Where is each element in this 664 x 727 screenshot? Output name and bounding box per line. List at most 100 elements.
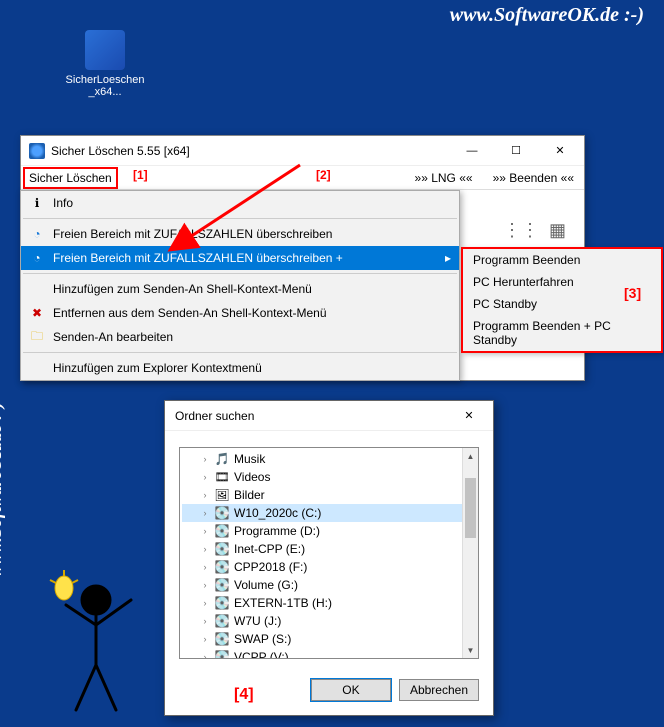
tree-item-label: W7U (J:) — [234, 614, 281, 628]
chevron-right-icon[interactable]: › — [200, 616, 210, 626]
tree-item[interactable]: ›💽SWAP (S:) — [182, 630, 476, 648]
drive-icon: 💽 — [214, 524, 230, 538]
submenu-item[interactable]: Programm Beenden — [463, 249, 661, 271]
drive-icon: 💽 — [214, 578, 230, 592]
menu-item-info[interactable]: ℹ Info — [21, 191, 459, 215]
menu-main[interactable]: Sicher Löschen — [23, 167, 118, 189]
menu-separator — [23, 218, 457, 219]
chevron-right-icon[interactable]: › — [200, 580, 210, 590]
menu-item-add-sendto[interactable]: Hinzufügen zum Senden-An Shell-Kontext-M… — [21, 277, 459, 301]
remove-icon: ✖ — [29, 305, 45, 321]
drive-icon: 💽 — [214, 560, 230, 574]
tree-item-label: Musik — [234, 452, 265, 466]
submenu-item[interactable]: Programm Beenden + PC Standby — [463, 315, 661, 351]
window-title: Sicher Löschen 5.55 [x64] — [51, 144, 450, 158]
tree-item-label: Volume (G:) — [234, 578, 298, 592]
menu-separator — [23, 352, 457, 353]
chevron-right-icon[interactable]: › — [200, 598, 210, 608]
drive-icon: 🎞 — [214, 470, 230, 484]
tree-item-label: VCPP (V:) — [234, 650, 289, 659]
tree-item[interactable]: ›💽Inet-CPP (E:) — [182, 540, 476, 558]
scroll-up-icon[interactable]: ▲ — [463, 448, 478, 464]
tree-item-label: SWAP (S:) — [234, 632, 291, 646]
watermark-top: www.SoftwareOK.de :-) — [450, 4, 644, 27]
browse-folder-dialog: Ordner suchen ✕ ›🎵Musik›🎞Videos›🖼Bilder›… — [164, 400, 494, 716]
dialog-titlebar[interactable]: Ordner suchen ✕ — [165, 401, 493, 431]
menu-exit[interactable]: »» Beenden «« — [489, 169, 578, 187]
ok-button[interactable]: OK — [311, 679, 391, 701]
tree-item-label: Videos — [234, 470, 270, 484]
desktop-shortcut[interactable]: SicherLoeschen_x64... — [65, 30, 145, 98]
scroll-thumb[interactable] — [465, 478, 476, 538]
tree-item[interactable]: › 💽 Volume (G:) — [182, 576, 476, 594]
dialog-title: Ordner suchen — [175, 409, 447, 423]
menu-item-label: Freien Bereich mit ZUFALLSZAHLEN übersch… — [53, 251, 343, 265]
chevron-right-icon[interactable]: › — [200, 562, 210, 572]
annotation-1: [1] — [133, 168, 148, 182]
tree-item-label: EXTERN-1TB (H:) — [234, 596, 332, 610]
app-shortcut-icon — [85, 30, 125, 70]
menu-item-overwrite[interactable]: ◔ Freien Bereich mit ZUFALLSZAHLEN übers… — [21, 222, 459, 246]
tree-item-label: Inet-CPP (E:) — [234, 542, 305, 556]
chevron-right-icon[interactable]: › — [200, 472, 210, 482]
chevron-right-icon[interactable]: › — [200, 544, 210, 554]
tree-item[interactable]: › 💽 W10_2020c (C:) — [182, 504, 476, 522]
main-menu-dropdown: ℹ Info ◔ Freien Bereich mit ZUFALLSZAHLE… — [20, 190, 460, 381]
tree-item[interactable]: › 💽 EXTERN-1TB (H:) — [182, 594, 476, 612]
menu-item-edit-sendto[interactable]: 🗀 Senden-An bearbeiten — [21, 325, 459, 349]
chevron-right-icon[interactable]: › — [200, 652, 210, 659]
tree-item[interactable]: › 💽 VCPP (V:) — [182, 648, 476, 659]
maximize-button[interactable]: ☐ — [494, 137, 538, 165]
menu-item-overwrite-plus[interactable]: ◔ Freien Bereich mit ZUFALLSZAHLEN übers… — [21, 246, 459, 270]
drive-icon: 💽 — [214, 650, 230, 659]
grid-icon[interactable]: ▦ — [549, 220, 566, 241]
tree-item[interactable]: › 🖼 Bilder — [182, 486, 476, 504]
menu-item-label: Hinzufügen zum Explorer Kontextmenü — [53, 361, 262, 375]
drive-icon: 💽 — [214, 596, 230, 610]
menu-item-label: Freien Bereich mit ZUFALLSZAHLEN übersch… — [53, 227, 332, 241]
drive-icon: 🖼 — [214, 488, 230, 502]
menu-separator — [23, 273, 457, 274]
tree-item[interactable]: ›💽Programme (D:) — [182, 522, 476, 540]
close-button[interactable]: ✕ — [538, 137, 582, 165]
menu-item-label: Hinzufügen zum Senden-An Shell-Kontext-M… — [53, 282, 312, 296]
disk-icon: ◔ — [29, 226, 45, 242]
drive-icon: 💽 — [214, 614, 230, 628]
annotation-2: [2] — [316, 168, 331, 182]
tree-item-label: W10_2020c (C:) — [234, 506, 321, 520]
chevron-right-icon[interactable]: › — [200, 508, 210, 518]
dialog-close-button[interactable]: ✕ — [447, 402, 491, 430]
watermark-left: www.SoftwareOK.de :-) — [0, 402, 6, 577]
chevron-right-icon[interactable]: › — [200, 526, 210, 536]
app-icon — [29, 143, 45, 159]
cancel-button[interactable]: Abbrechen — [399, 679, 479, 701]
folder-icon: 🗀 — [29, 329, 45, 345]
folder-tree[interactable]: ›🎵Musik›🎞Videos›🖼Bilder›💽W10_2020c (C:)›… — [179, 447, 479, 659]
blank-icon — [29, 281, 45, 297]
annotation-3: [3] — [624, 285, 641, 301]
chevron-right-icon[interactable]: › — [200, 634, 210, 644]
tree-item-label: Bilder — [234, 488, 265, 502]
titlebar[interactable]: Sicher Löschen 5.55 [x64] — ☐ ✕ — [21, 136, 584, 166]
menu-item-add-explorer[interactable]: Hinzufügen zum Explorer Kontextmenü — [21, 356, 459, 380]
tool-icon[interactable]: ⋮⋮ — [503, 220, 539, 241]
menu-item-remove-sendto[interactable]: ✖ Entfernen aus dem Senden-An Shell-Kont… — [21, 301, 459, 325]
tree-scrollbar[interactable]: ▲▼ — [462, 448, 478, 658]
tree-item[interactable]: › 💽 W7U (J:) — [182, 612, 476, 630]
scroll-down-icon[interactable]: ▼ — [463, 642, 478, 658]
tree-item[interactable]: ›🎵Musik — [182, 450, 476, 468]
tree-item[interactable]: ›💽CPP2018 (F:) — [182, 558, 476, 576]
menu-lng[interactable]: »» LNG «« — [411, 169, 477, 187]
tree-item[interactable]: › 🎞 Videos — [182, 468, 476, 486]
mascot-figure — [36, 570, 156, 720]
submenu-arrow-icon: ▸ — [445, 251, 451, 265]
minimize-button[interactable]: — — [450, 137, 494, 165]
menu-item-label: Senden-An bearbeiten — [53, 330, 173, 344]
menubar: Sicher Löschen [1] [2] »» LNG «« »» Been… — [21, 166, 584, 190]
disk-icon: ◔ — [29, 250, 45, 266]
drive-icon: 💽 — [214, 506, 230, 520]
chevron-right-icon[interactable]: › — [200, 454, 210, 464]
desktop-shortcut-label: SicherLoeschen_x64... — [65, 74, 145, 98]
info-icon: ℹ — [29, 195, 45, 211]
chevron-right-icon[interactable]: › — [200, 490, 210, 500]
